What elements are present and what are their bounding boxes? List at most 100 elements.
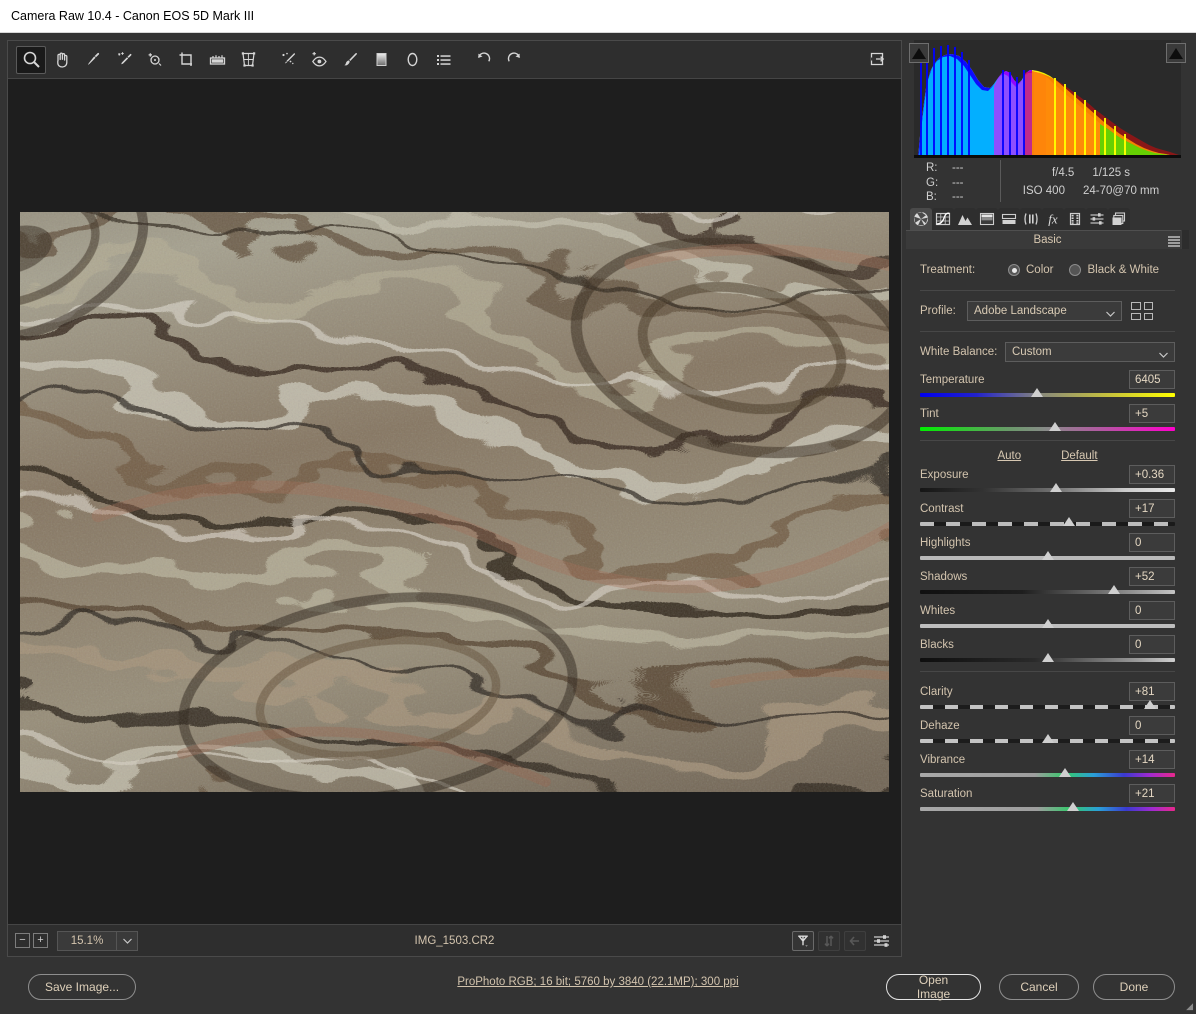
crop-tool[interactable]	[171, 46, 201, 74]
shadows-value[interactable]: +52	[1129, 567, 1175, 586]
panel-header: Basic	[906, 230, 1189, 249]
straighten-tool[interactable]	[202, 46, 232, 74]
targeted-adjustment-tool[interactable]	[140, 46, 170, 74]
graduated-filter-tool[interactable]	[366, 46, 396, 74]
temperature-track[interactable]	[920, 393, 1175, 397]
sync-settings-button[interactable]	[818, 931, 840, 951]
saturation-value[interactable]: +21	[1129, 784, 1175, 803]
histogram[interactable]	[914, 40, 1181, 158]
blacks-thumb[interactable]	[1042, 653, 1054, 662]
status-actions	[792, 931, 894, 951]
shadows-thumb[interactable]	[1108, 585, 1120, 594]
vibrance-value[interactable]: +14	[1129, 750, 1175, 769]
exposure-thumb[interactable]	[1050, 483, 1062, 492]
treatment-label: Treatment:	[920, 264, 1008, 276]
cancel-button[interactable]: Cancel	[999, 974, 1079, 1000]
dehaze-thumb[interactable]	[1042, 734, 1054, 743]
spot-removal-tool[interactable]	[273, 46, 303, 74]
presets-list-tool[interactable]	[428, 46, 458, 74]
slider-contrast: Contrast +17	[920, 498, 1175, 526]
vibrance-track[interactable]	[920, 773, 1175, 777]
whites-thumb[interactable]	[1042, 619, 1054, 628]
tab-calibration[interactable]	[1064, 208, 1086, 230]
tab-snapshots[interactable]	[1108, 208, 1130, 230]
color-sampler-tool[interactable]	[109, 46, 139, 74]
slider-vibrance: Vibrance +14	[920, 749, 1175, 777]
dehaze-value[interactable]: 0	[1129, 716, 1175, 735]
blacks-track[interactable]	[920, 658, 1175, 662]
temperature-thumb[interactable]	[1031, 388, 1043, 397]
slider-tint: Tint +5	[920, 403, 1175, 431]
open-preferences-icon[interactable]	[862, 46, 892, 74]
whites-track[interactable]	[920, 624, 1175, 628]
transform-tool[interactable]	[233, 46, 263, 74]
profile-browser-icon[interactable]	[1131, 302, 1153, 320]
highlights-value[interactable]: 0	[1129, 533, 1175, 552]
profile-value: Adobe Landscape	[974, 305, 1067, 317]
rotate-left-tool[interactable]	[468, 46, 498, 74]
image-canvas[interactable]	[8, 79, 901, 924]
dehaze-track[interactable]	[920, 739, 1175, 743]
panel-menu-icon[interactable]	[1167, 235, 1181, 250]
blacks-value[interactable]: 0	[1129, 635, 1175, 654]
previous-image-button[interactable]	[844, 931, 866, 951]
tab-presets[interactable]	[1086, 208, 1108, 230]
treatment-color-radio[interactable]	[1008, 264, 1020, 276]
profile-select[interactable]: Adobe Landscape	[967, 301, 1122, 321]
zoom-tool[interactable]	[16, 46, 46, 74]
saturation-thumb[interactable]	[1067, 802, 1079, 811]
preview-image[interactable]	[20, 212, 889, 792]
vibrance-thumb[interactable]	[1059, 768, 1071, 777]
zoom-in-button[interactable]: +	[33, 933, 48, 948]
white-balance-tool[interactable]	[78, 46, 108, 74]
default-link[interactable]: Default	[1061, 450, 1097, 462]
red-eye-removal-tool[interactable]	[304, 46, 334, 74]
saturation-track[interactable]	[920, 807, 1175, 811]
auto-default-row: Auto Default	[920, 450, 1175, 462]
highlights-thumb[interactable]	[1042, 551, 1054, 560]
clarity-value[interactable]: +81	[1129, 682, 1175, 701]
treatment-bw-label[interactable]: Black & White	[1087, 264, 1159, 276]
tab-split-toning[interactable]	[998, 208, 1020, 230]
preview-toggle-button[interactable]	[792, 931, 814, 951]
tint-track[interactable]	[920, 427, 1175, 431]
tab-effects[interactable]: fx	[1042, 208, 1064, 230]
shadow-clipping-icon[interactable]	[909, 43, 929, 63]
rotate-right-tool[interactable]	[499, 46, 529, 74]
tint-thumb[interactable]	[1049, 422, 1061, 431]
open-image-button[interactable]: Open Image	[886, 974, 981, 1000]
tab-hsl-grayscale[interactable]	[976, 208, 998, 230]
contrast-track[interactable]	[920, 522, 1175, 526]
treatment-color-label[interactable]: Color	[1026, 264, 1053, 276]
shadows-track[interactable]	[920, 590, 1175, 594]
done-button[interactable]: Done	[1093, 974, 1175, 1000]
tab-basic[interactable]	[910, 208, 932, 230]
zoom-out-button[interactable]: −	[15, 933, 30, 948]
adjustment-brush-tool[interactable]	[335, 46, 365, 74]
contrast-value[interactable]: +17	[1129, 499, 1175, 518]
hand-tool[interactable]	[47, 46, 77, 74]
exposure-value[interactable]: +0.36	[1129, 465, 1175, 484]
whites-value[interactable]: 0	[1129, 601, 1175, 620]
zoom-level-value[interactable]: 15.1%	[57, 931, 117, 951]
temperature-value[interactable]: 6405	[1129, 370, 1175, 389]
clarity-thumb[interactable]	[1144, 700, 1156, 709]
auto-link[interactable]: Auto	[997, 450, 1021, 462]
tab-tone-curve[interactable]	[932, 208, 954, 230]
white-balance-select[interactable]: Custom	[1005, 342, 1175, 362]
zoom-level-dropdown[interactable]	[117, 931, 138, 951]
resize-grip-icon[interactable]: ◢	[1186, 1001, 1193, 1012]
contrast-thumb[interactable]	[1063, 517, 1075, 526]
blacks-label: Blacks	[920, 639, 1129, 651]
radial-filter-tool[interactable]	[397, 46, 427, 74]
exposure-track[interactable]	[920, 488, 1175, 492]
tint-value[interactable]: +5	[1129, 404, 1175, 423]
vibrance-label: Vibrance	[920, 754, 1129, 766]
highlights-track[interactable]	[920, 556, 1175, 560]
treatment-bw-radio[interactable]	[1069, 264, 1081, 276]
highlight-clipping-icon[interactable]	[1166, 43, 1186, 63]
tab-lens-corrections[interactable]	[1020, 208, 1042, 230]
tab-detail[interactable]	[954, 208, 976, 230]
filmstrip-settings-icon[interactable]	[870, 931, 894, 951]
clarity-track[interactable]	[920, 705, 1175, 709]
